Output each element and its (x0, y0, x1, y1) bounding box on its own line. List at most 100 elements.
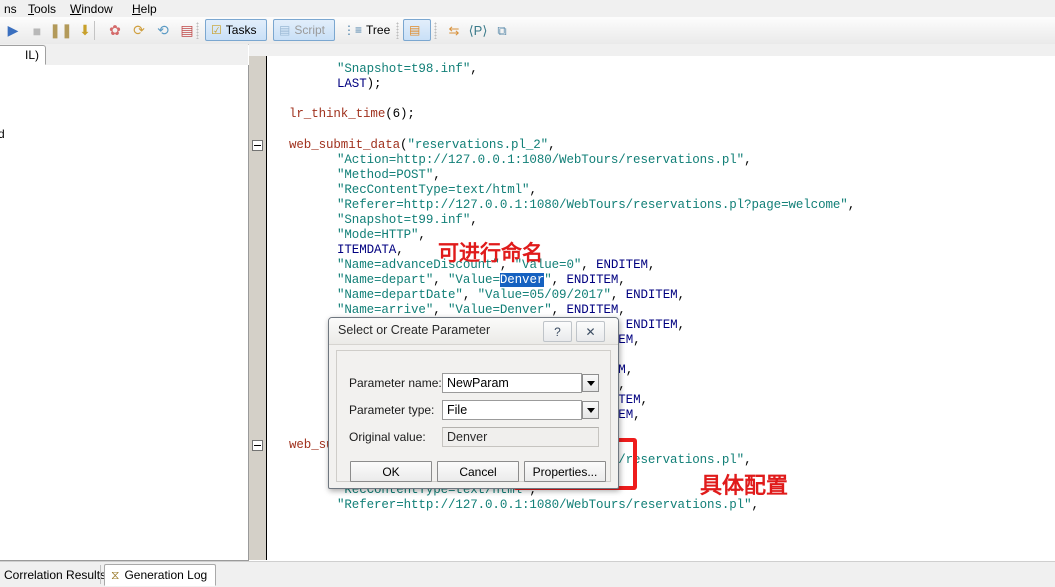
bottom-tab-bar: Correlation Results ⧖ Generation Log (0, 561, 1055, 587)
code-token: "Referer=http://127.0.0.1:1080/WebTours/… (337, 498, 751, 512)
close-icon[interactable]: ✕ (576, 321, 605, 342)
code-token: lr_think_time (289, 107, 385, 121)
record-icon[interactable]: ✿ (104, 20, 126, 41)
code-token: , (552, 273, 567, 287)
pause-icon[interactable]: ❚❚ (50, 20, 72, 41)
code-token: " (544, 273, 551, 287)
snapshot-icon[interactable]: ▤ (176, 20, 198, 41)
code-token: ITEMDATA (337, 243, 396, 257)
code-token: , (548, 138, 555, 152)
code-token: , (463, 288, 478, 302)
code-token: ENDITEM (596, 258, 648, 272)
code-fold-toggle[interactable] (252, 440, 263, 451)
code-token: ENDITEM (626, 288, 678, 302)
properties-button[interactable]: Properties... (524, 461, 606, 482)
code-token: "Value= (448, 273, 500, 287)
parameter-name-chevron-down-icon[interactable] (582, 374, 599, 392)
code-fold-toggle[interactable] (252, 140, 263, 151)
code-token: "reservations.pl_2" (407, 138, 548, 152)
help-icon[interactable]: ? (543, 321, 572, 342)
code-token: , (396, 243, 403, 257)
code-line: "RecContentType=text/html", (337, 183, 537, 197)
layout-icon: ▤ (409, 23, 420, 37)
cancel-button[interactable]: Cancel (437, 461, 519, 482)
code-token: ); (367, 77, 382, 91)
toolbar-separator (396, 22, 399, 39)
code-token: "Snapshot=t98.inf" (337, 62, 470, 76)
parameter-type-chevron-down-icon[interactable] (582, 401, 599, 419)
code-token: , (433, 303, 448, 317)
select-or-create-parameter-dialog: Select or Create Parameter ? ✕ Parameter… (328, 317, 619, 489)
toolbar-separator (94, 21, 95, 40)
toolbar-toggle-script[interactable]: ▤ Script (273, 19, 335, 41)
code-token: ENDITEM (566, 303, 618, 317)
code-token: "Name=arrive" (337, 303, 433, 317)
menu-item-help[interactable]: Help (128, 1, 161, 17)
toolbar: ▶■❚❚⬇✿⟳⟲▤☑Tasks▤Script⋮≡Tree▤⇆⟨P⟩⧉ (0, 17, 1055, 45)
parameter-name-input[interactable]: NewParam (442, 373, 582, 393)
code-token: "Name=depart" (337, 273, 433, 287)
step-out-icon[interactable]: ⟲ (152, 20, 174, 41)
left-panel: IL) _initn_endıls.h (0, 44, 248, 560)
code-token: "Value=Denver" (448, 303, 552, 317)
bottom-tab-label: Generation Log (124, 568, 207, 582)
code-token: "Method=POST" (337, 168, 433, 182)
parameter-type-input[interactable]: File (442, 400, 582, 420)
code-token: , (744, 153, 751, 167)
code-line: "Snapshot=t99.inf", (337, 213, 478, 227)
menu-item-window[interactable]: Window (66, 1, 117, 17)
code-line: "Name=depart", "Value=Denver", ENDITEM, (337, 273, 626, 287)
download-icon[interactable]: ⬇ (74, 20, 96, 41)
run-icon[interactable]: ▶ (2, 20, 24, 41)
toolbar-toggle-label: Tree (366, 23, 390, 37)
code-token: ENDITEM (566, 273, 618, 287)
code-token: , (470, 213, 477, 227)
stop-icon[interactable]: ■ (26, 20, 48, 41)
menu-item-tools[interactable]: Tools (24, 1, 60, 17)
code-token: "Name=departDate" (337, 288, 463, 302)
code-token: (6); (385, 107, 415, 121)
code-line: web_submit_data("reservations.pl_2", (289, 138, 555, 152)
toolbar-toggle-tree[interactable]: ⋮≡ Tree (337, 19, 394, 41)
funnel-icon: ⧖ (111, 568, 119, 583)
code-token: , (529, 183, 536, 197)
code-token: , (640, 393, 647, 407)
code-folding-gutter[interactable] (249, 56, 267, 560)
bottom-tab-correlation-results[interactable]: Correlation Results (0, 564, 98, 586)
bottom-tab-separator (100, 565, 101, 584)
code-token: "Mode=HTTP" (337, 228, 418, 242)
step-into-icon[interactable]: ⟳ (128, 20, 150, 41)
script-icon: ▤ (279, 23, 290, 37)
original-value-input[interactable]: Denver (442, 427, 599, 447)
code-token: LAST (337, 77, 367, 91)
code-line: "Name=departDate", "Value=05/09/2017", E… (337, 288, 685, 302)
code-line: "Method=POST", (337, 168, 441, 182)
code-token: , (552, 303, 567, 317)
left-panel-tab[interactable]: IL) (0, 45, 46, 65)
tree-item[interactable]: _end (0, 127, 5, 141)
code-line: "Name=arrive", "Value=Denver", ENDITEM, (337, 303, 626, 317)
code-token: ENDITEM (626, 318, 678, 332)
toolbar-toggle-layout[interactable]: ▤ (403, 19, 431, 41)
original-value-label: Original value: (349, 430, 426, 444)
code-token: , (678, 288, 685, 302)
ok-button[interactable]: OK (350, 461, 432, 482)
dialog-body: Parameter name:NewParamParameter type:Fi… (336, 350, 611, 482)
left-tab-strip: IL) (0, 44, 248, 66)
tree-icon: ⋮≡ (343, 23, 362, 37)
code-token: , (418, 228, 425, 242)
toolbar-toggle-label: Script (294, 23, 325, 37)
script-tree-area[interactable]: _initn_endıls.h (0, 65, 249, 561)
dialog-title-bar[interactable]: Select or Create Parameter ? ✕ (329, 318, 618, 345)
copy-icon[interactable]: ⧉ (491, 20, 513, 41)
code-token: "RecContentType=text/html" (337, 183, 529, 197)
code-token: , (618, 378, 625, 392)
annotation-note-config: 具体配置 (700, 468, 788, 500)
bottom-tab-generation-log[interactable]: ⧖ Generation Log (104, 564, 216, 586)
code-token: , (751, 498, 758, 512)
toolbar-toggle-tasks[interactable]: ☑Tasks (205, 19, 267, 41)
code-token: , (433, 273, 448, 287)
compare-icon[interactable]: ⇆ (443, 20, 465, 41)
parameter-icon[interactable]: ⟨P⟩ (467, 20, 489, 41)
menu-item-ns[interactable]: ns (0, 1, 21, 17)
